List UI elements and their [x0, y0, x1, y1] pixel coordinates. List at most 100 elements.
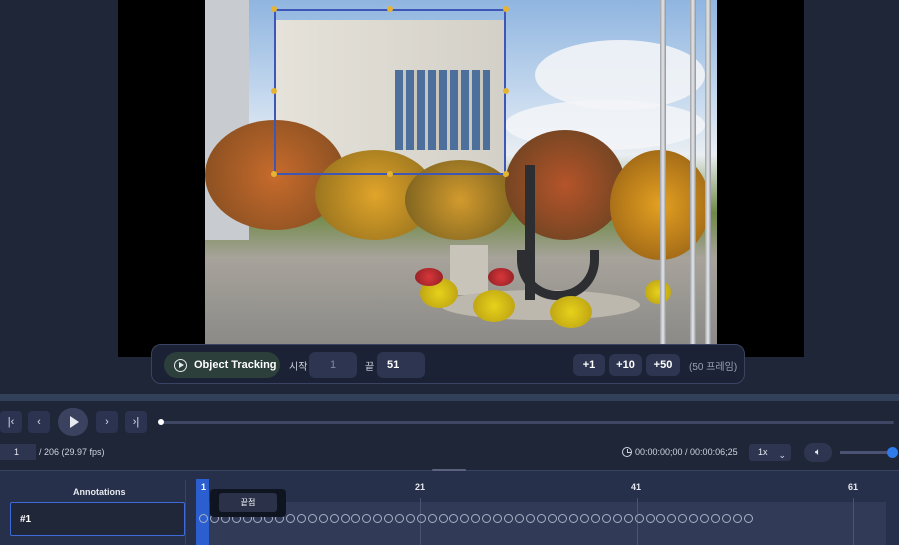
speaker-icon[interactable]: 🔈︎ [804, 443, 832, 462]
resize-handle[interactable] [271, 88, 277, 94]
seek-bar[interactable] [158, 419, 894, 425]
flag-pole [705, 0, 711, 344]
keyframe-marker[interactable] [340, 514, 350, 523]
divider-bar [0, 394, 899, 401]
red-flower-pot [415, 268, 443, 286]
play-icon[interactable] [58, 408, 88, 436]
volume-knob[interactable] [887, 447, 898, 458]
current-frame-input[interactable]: 1 [0, 444, 36, 460]
start-label: 시작 [289, 362, 308, 373]
playback-speed-select[interactable]: 1x ⌄ [749, 444, 791, 461]
chevron-down-icon: ⌄ [778, 450, 786, 460]
keyframe-marker[interactable] [427, 514, 437, 523]
keyframe-marker[interactable] [678, 514, 688, 523]
keyframe-marker[interactable] [482, 514, 492, 523]
video-frame[interactable] [205, 0, 717, 344]
tick-line [853, 498, 854, 545]
keyframe-marker[interactable] [656, 514, 666, 523]
keyframe-marker[interactable] [438, 514, 448, 523]
keyframe-marker[interactable] [743, 514, 753, 523]
keyframe-marker[interactable] [667, 514, 677, 523]
resize-handle[interactable] [271, 6, 277, 12]
keyframe-marker[interactable] [199, 514, 208, 523]
keyframe-marker[interactable] [405, 514, 415, 523]
keyframe-marker[interactable] [395, 514, 405, 523]
keyframe-marker[interactable] [710, 514, 720, 523]
step-plus-10-button[interactable]: +10 [609, 354, 642, 376]
step-plus-50-button[interactable]: +50 [646, 354, 680, 376]
start-frame-input[interactable]: 1 [309, 352, 357, 378]
resize-handle[interactable] [503, 88, 509, 94]
keyframe-marker[interactable] [471, 514, 481, 523]
video-stage [118, 0, 804, 357]
step-plus-1-button[interactable]: +1 [573, 354, 605, 376]
keyframe-marker[interactable] [525, 514, 535, 523]
keyframe-marker[interactable] [645, 514, 655, 523]
tick-label: 61 [848, 482, 859, 492]
timeline-divider [185, 480, 186, 545]
volume-slider[interactable] [840, 451, 892, 454]
keyframe-marker[interactable] [351, 514, 361, 523]
keyframe-marker[interactable] [569, 514, 579, 523]
skip-last-icon[interactable]: ›| [125, 411, 147, 433]
keyframe-marker[interactable] [362, 514, 372, 523]
speed-value: 1x [758, 447, 768, 457]
keyframe-marker[interactable] [689, 514, 699, 523]
keyframe-marker[interactable] [493, 514, 503, 523]
keyframe-marker[interactable] [416, 514, 426, 523]
keyframe-marker[interactable] [612, 514, 622, 523]
previous-frame-icon[interactable]: ‹ [28, 411, 50, 433]
resize-handle[interactable] [387, 6, 393, 12]
panel-resize-grip[interactable] [432, 469, 466, 471]
resize-handle[interactable] [503, 171, 509, 177]
keyframe-marker[interactable] [558, 514, 568, 523]
annotations-header: Annotations [73, 487, 126, 497]
keyframe-marker[interactable] [503, 514, 513, 523]
keyframe-marker[interactable] [699, 514, 709, 523]
flag-pole [660, 0, 666, 344]
resize-handle[interactable] [503, 6, 509, 12]
timecode: 00:00:00;00 / 00:00:06;25 [635, 447, 738, 457]
object-tracking-label: Object Tracking [194, 359, 277, 371]
keyframe-marker[interactable] [329, 514, 339, 523]
keyframe-marker[interactable] [601, 514, 611, 523]
frame-total: / 206 (29.97 fps) [39, 447, 105, 457]
keyframe-marker[interactable] [536, 514, 546, 523]
object-tracking-toolbar: Object Tracking 시작 1 끝 51 +1 +10 +50 (50… [151, 344, 745, 384]
keyframe-marker[interactable] [307, 514, 317, 523]
flower-pot [550, 296, 592, 328]
flower-pot [473, 290, 515, 322]
end-frame-input[interactable]: 51 [377, 352, 425, 378]
keyframe-marker[interactable] [623, 514, 633, 523]
flower-pot [645, 280, 671, 304]
keyframe-marker[interactable] [732, 514, 742, 523]
resize-handle[interactable] [271, 171, 277, 177]
tick-label: 21 [415, 482, 426, 492]
autumn-tree [505, 130, 625, 240]
keyframe-marker[interactable] [591, 514, 601, 523]
next-frame-icon[interactable]: › [96, 411, 118, 433]
keyframe-marker[interactable] [580, 514, 590, 523]
play-circle-icon [174, 358, 187, 372]
keyframe-marker[interactable] [373, 514, 383, 523]
keyframe-marker[interactable] [721, 514, 731, 523]
keyframe-marker[interactable] [460, 514, 470, 523]
red-flower-pot [488, 268, 514, 286]
keyframe-marker[interactable] [634, 514, 644, 523]
keyframe-marker[interactable] [318, 514, 328, 523]
object-tracking-button[interactable]: Object Tracking [164, 352, 280, 378]
end-label: 끝 [365, 362, 375, 373]
tick-label: 41 [631, 482, 642, 492]
skip-first-icon[interactable]: |‹ [0, 411, 22, 433]
keyframe-marker[interactable] [297, 514, 307, 523]
keyframe-marker[interactable] [547, 514, 557, 523]
seek-knob[interactable] [158, 419, 164, 425]
keyframe-marker[interactable] [514, 514, 524, 523]
tracking-bounding-box[interactable] [274, 9, 506, 175]
annotation-item[interactable]: #1 [10, 502, 185, 536]
keyframe-marker[interactable] [449, 514, 459, 523]
tooltip: 끝점 [210, 489, 286, 517]
keyframe-marker[interactable] [384, 514, 394, 523]
keyframe-marker[interactable] [286, 514, 296, 523]
resize-handle[interactable] [387, 171, 393, 177]
